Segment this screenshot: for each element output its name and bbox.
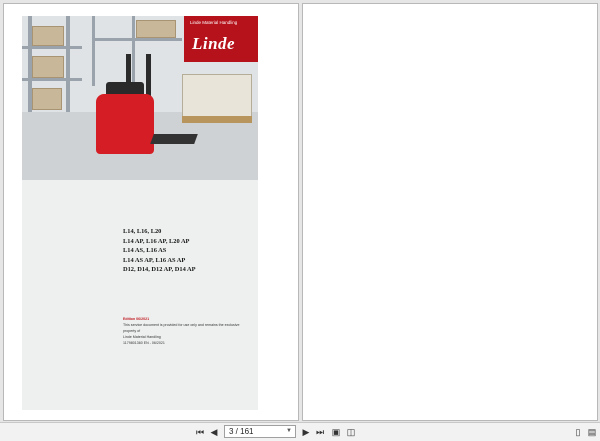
pdf-page-right <box>302 3 598 421</box>
edition-line: 1179801360 EN - 06/2021 <box>123 341 165 345</box>
continuous-view-icon[interactable]: ▤ <box>586 426 598 438</box>
cover-text-area: L14, L16, L20 L14 AP, L16 AP, L20 AP L14… <box>22 180 258 410</box>
edition-block: Edition 06/2021 This service document is… <box>123 316 253 346</box>
stacker-truck <box>96 94 154 154</box>
model-line: L14 AS, L16 AS <box>123 247 167 254</box>
chevron-down-icon[interactable]: ▼ <box>286 426 292 437</box>
linde-logo: Linde <box>192 34 236 53</box>
two-page-icon[interactable]: ◫ <box>345 426 357 438</box>
first-page-icon[interactable]: ⏮ <box>194 426 206 438</box>
model-line: D12, D14, D12 AP, D14 AP <box>123 266 196 273</box>
next-page-icon[interactable]: ▶ <box>300 426 312 438</box>
model-line: L14, L16, L20 <box>123 228 162 235</box>
model-line: L14 AP, L16 AP, L20 AP <box>123 237 190 245</box>
page-indicator: 3 / 161 <box>229 427 254 436</box>
viewer-toolbar: ⏮ ◀ 3 / 161 ▼ ▶ ⏭ ▣ ◫ ▯ ▤ <box>0 422 600 441</box>
pdf-page-left: Linde Material Handling Linde L14, L16, … <box>3 3 299 421</box>
edition-line: This service document is provided for us… <box>123 323 240 333</box>
fit-page-icon[interactable]: ▣ <box>330 426 342 438</box>
model-list: L14, L16, L20 L14 AP, L16 AP, L20 AP L14… <box>123 227 196 275</box>
single-page-view-icon[interactable]: ▯ <box>572 426 584 438</box>
brand-caption: Linde Material Handling <box>190 20 238 25</box>
page-number-input[interactable]: 3 / 161 ▼ <box>224 425 296 438</box>
last-page-icon[interactable]: ⏭ <box>314 426 326 438</box>
brand-panel: Linde Material Handling Linde <box>184 16 258 62</box>
prev-page-icon[interactable]: ◀ <box>208 426 220 438</box>
document-viewer[interactable]: Linde Material Handling Linde L14, L16, … <box>0 0 600 422</box>
model-line: L14 AS AP, L16 AS AP <box>123 256 186 264</box>
